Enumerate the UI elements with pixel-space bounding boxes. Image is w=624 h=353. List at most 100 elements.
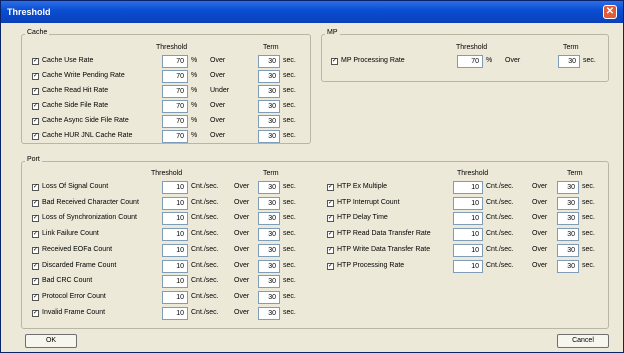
checkmark-icon[interactable]: ✓ xyxy=(32,278,39,286)
threshold-input[interactable]: 10 xyxy=(162,290,188,304)
term-input[interactable]: 30 xyxy=(258,115,280,128)
checkmark-icon[interactable]: ✓ xyxy=(327,246,334,254)
comparison-label: Over xyxy=(234,261,250,269)
threshold-input[interactable]: 10 xyxy=(453,212,483,226)
term-unit: sec. xyxy=(283,308,296,316)
term-unit: sec. xyxy=(283,292,296,300)
threshold-input[interactable]: 10 xyxy=(162,259,188,273)
threshold-unit: Cnt./sec. xyxy=(191,245,219,253)
metric-label: MP Processing Rate xyxy=(341,57,405,64)
threshold-input[interactable]: 10 xyxy=(162,243,188,257)
term-input[interactable]: 30 xyxy=(258,243,280,257)
threshold-row: ✓ HTP Delay Time 10 Cnt./sec. Over 30 sec. xyxy=(327,212,624,227)
term-input[interactable]: 30 xyxy=(557,196,579,210)
threshold-input[interactable]: 10 xyxy=(162,228,188,242)
threshold-input[interactable]: 10 xyxy=(453,243,483,257)
comparison-label: Over xyxy=(234,308,250,316)
threshold-row: ✓ MP Processing Rate 70% Over 30 sec. xyxy=(331,55,624,70)
metric-label: Cache Async Side File Rate xyxy=(42,117,129,124)
term-input[interactable]: 30 xyxy=(557,259,579,273)
term-input[interactable]: 30 xyxy=(258,290,280,304)
checkmark-icon[interactable]: ✓ xyxy=(32,246,39,254)
threshold-input[interactable]: 70 xyxy=(162,55,188,68)
checkmark-icon[interactable]: ✓ xyxy=(327,262,334,270)
term-input[interactable]: 30 xyxy=(258,228,280,242)
port-legend: Port xyxy=(25,156,42,163)
term-unit: sec. xyxy=(582,245,595,253)
metric-label: HTP Read Data Transfer Rate xyxy=(337,230,431,238)
term-input[interactable]: 30 xyxy=(557,243,579,257)
threshold-row: ✓ Loss of Synchronization Count 10 Cnt./sec… xyxy=(32,212,332,227)
threshold-input[interactable]: 10 xyxy=(453,228,483,242)
checkmark-icon[interactable]: ✓ xyxy=(32,103,39,110)
checkmark-icon[interactable]: ✓ xyxy=(32,231,39,239)
term-input[interactable]: 30 xyxy=(258,212,280,226)
close-icon[interactable]: ✕ xyxy=(603,5,617,19)
term-unit: sec. xyxy=(283,132,296,139)
checkmark-icon[interactable]: ✓ xyxy=(32,309,39,317)
checkmark-icon[interactable]: ✓ xyxy=(327,184,334,191)
term-input[interactable]: 30 xyxy=(258,100,280,113)
term-input[interactable]: 30 xyxy=(258,130,280,143)
title-bar[interactable]: Threshold ✕ xyxy=(1,1,623,23)
threshold-input[interactable]: 70 xyxy=(162,70,188,83)
term-input[interactable]: 30 xyxy=(258,181,280,194)
metric-label: Cache Write Pending Rate xyxy=(42,72,125,79)
threshold-row: ✓ Cache Write Pending Rate 70% Over 30 sec. xyxy=(32,70,332,85)
threshold-input[interactable]: 70 xyxy=(457,55,483,68)
term-input[interactable]: 30 xyxy=(258,275,280,289)
threshold-input[interactable]: 10 xyxy=(453,196,483,210)
term-input[interactable]: 30 xyxy=(558,55,580,68)
comparison-label: Over xyxy=(234,214,250,222)
checkmark-icon[interactable]: ✓ xyxy=(32,73,39,80)
threshold-input[interactable]: 10 xyxy=(453,181,483,194)
threshold-input[interactable]: 10 xyxy=(162,212,188,226)
metric-label: Received EOFa Count xyxy=(42,245,113,253)
threshold-row: ✓ Cache Async Side File Rate 70% Over 30 sec. xyxy=(32,115,332,130)
threshold-input[interactable]: 10 xyxy=(162,275,188,289)
threshold-unit: Cnt./sec. xyxy=(486,261,514,269)
checkmark-icon[interactable]: ✓ xyxy=(32,118,39,125)
term-unit: sec. xyxy=(582,230,595,238)
checkmark-icon[interactable]: ✓ xyxy=(32,215,39,223)
port-left-term-header: Term xyxy=(263,170,279,177)
checkmark-icon[interactable]: ✓ xyxy=(32,199,39,207)
term-input[interactable]: 30 xyxy=(258,196,280,210)
cancel-button[interactable]: Cancel xyxy=(557,334,609,348)
checkmark-icon[interactable]: ✓ xyxy=(331,58,338,65)
checkmark-icon[interactable]: ✓ xyxy=(327,215,334,223)
term-input[interactable]: 30 xyxy=(557,181,579,194)
checkmark-icon[interactable]: ✓ xyxy=(327,231,334,239)
threshold-input[interactable]: 70 xyxy=(162,130,188,143)
ok-button[interactable]: OK xyxy=(25,334,77,348)
term-input[interactable]: 30 xyxy=(557,228,579,242)
term-input[interactable]: 30 xyxy=(258,70,280,83)
term-input[interactable]: 30 xyxy=(258,55,280,68)
cache-legend: Cache xyxy=(25,29,50,36)
term-input[interactable]: 30 xyxy=(258,259,280,273)
checkmark-icon[interactable]: ✓ xyxy=(32,184,39,191)
comparison-label: Over xyxy=(210,57,226,64)
checkmark-icon[interactable]: ✓ xyxy=(327,199,334,207)
threshold-unit: Cnt./sec. xyxy=(191,198,219,206)
checkmark-icon[interactable]: ✓ xyxy=(32,133,39,140)
checkmark-icon[interactable]: ✓ xyxy=(32,58,39,65)
comparison-label: Over xyxy=(532,214,548,222)
checkmark-icon[interactable]: ✓ xyxy=(32,88,39,95)
term-input[interactable]: 30 xyxy=(258,85,280,98)
term-unit: sec. xyxy=(283,117,296,124)
threshold-input[interactable]: 70 xyxy=(162,85,188,98)
threshold-input[interactable]: 70 xyxy=(162,100,188,113)
threshold-unit: Cnt./sec. xyxy=(191,230,219,238)
checkmark-icon[interactable]: ✓ xyxy=(32,262,39,270)
threshold-unit: % xyxy=(191,72,198,79)
checkmark-icon[interactable]: ✓ xyxy=(32,293,39,301)
threshold-input[interactable]: 10 xyxy=(453,259,483,273)
term-input[interactable]: 30 xyxy=(557,212,579,226)
threshold-input[interactable]: 10 xyxy=(162,306,188,320)
threshold-input[interactable]: 70 xyxy=(162,115,188,128)
threshold-input[interactable]: 10 xyxy=(162,181,188,194)
term-input[interactable]: 30 xyxy=(258,306,280,320)
threshold-unit: Cnt./sec. xyxy=(486,214,514,222)
threshold-input[interactable]: 10 xyxy=(162,196,188,210)
